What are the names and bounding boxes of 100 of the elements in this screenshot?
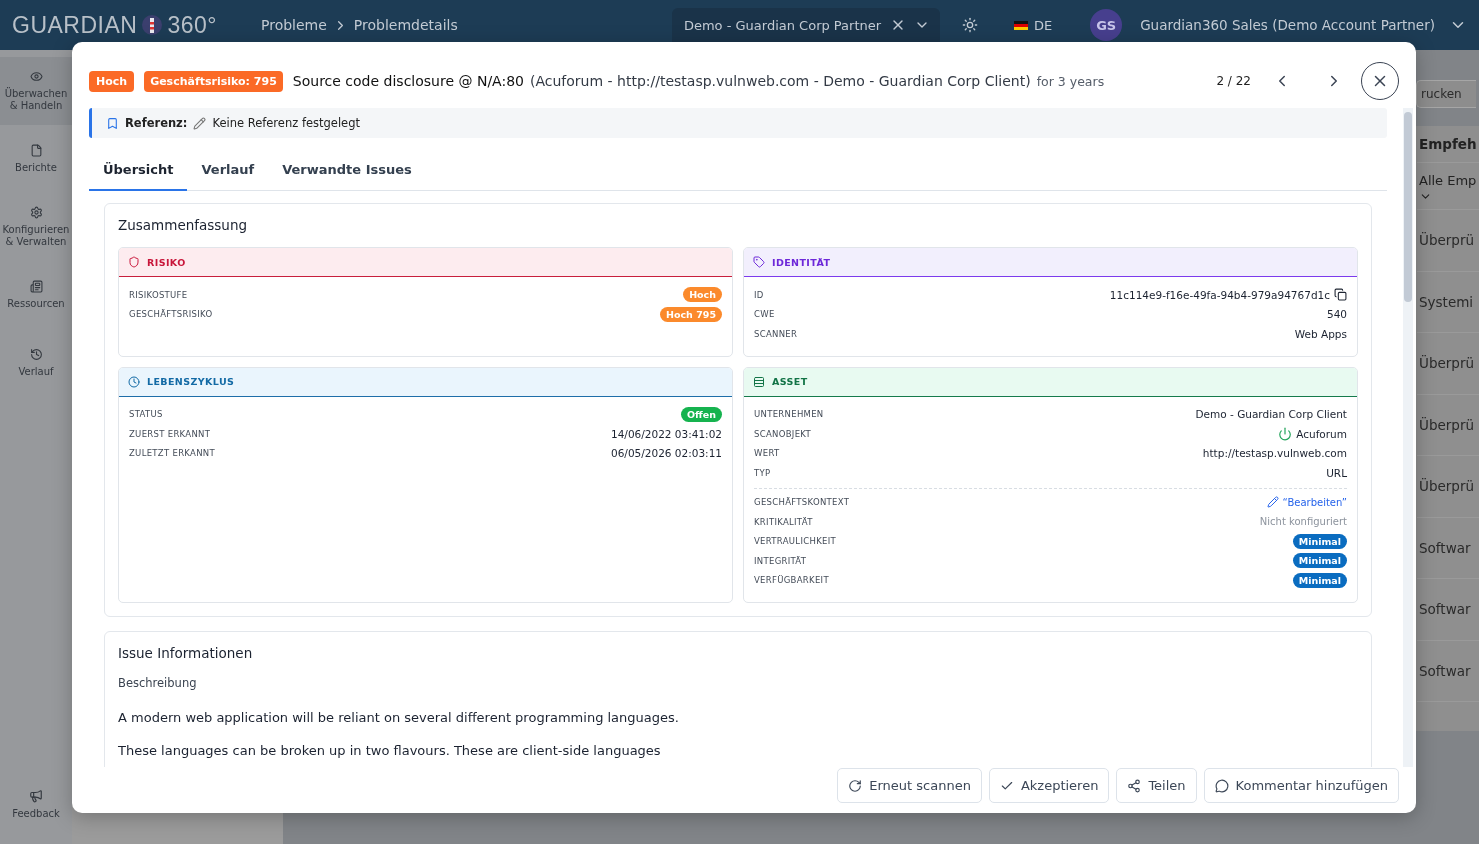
- field-label: CWE: [754, 309, 775, 320]
- field-label: GESCHÄFTSKONTEXT: [754, 497, 850, 508]
- edit-link[interactable]: “Bearbeiten”: [1266, 496, 1347, 509]
- organization-select[interactable]: Demo - Guardian Corp Partner: [671, 8, 940, 42]
- panel-title: IDENTITÄT: [772, 256, 831, 268]
- eye-icon: [29, 70, 43, 83]
- field-label: VERTRAULICHKEIT: [754, 536, 836, 547]
- recommendation-row[interactable]: Softwar: [1417, 517, 1479, 579]
- flag-icon[interactable]: [1013, 20, 1028, 30]
- close-button[interactable]: [1361, 62, 1399, 100]
- pager-count: 2 / 22: [1216, 74, 1251, 88]
- description-text: These languages can be broken up in two flavours. These are client-side languages: [118, 743, 662, 758]
- reference-value: Keine Referenz festgelegt: [212, 116, 360, 130]
- feedback-button[interactable]: Feedback: [0, 770, 72, 838]
- recommendation-row[interactable]: Überprü: [1417, 210, 1479, 272]
- breadcrumb-link[interactable]: Probleme: [261, 17, 327, 33]
- field-label: KRITIKALITÄT: [754, 516, 813, 527]
- logo-text: 360°: [167, 11, 217, 39]
- status-badge: Hoch: [683, 287, 722, 303]
- panel-heading: Empfeh: [1417, 126, 1479, 163]
- field-value: Demo - Guardian Corp Client: [1195, 408, 1347, 421]
- tag-icon: [753, 256, 765, 268]
- status-badge: Minimal: [1292, 533, 1347, 549]
- user-avatar[interactable]: GS: [1090, 9, 1123, 41]
- field-label: INTEGRITÄT: [754, 555, 807, 566]
- action-button[interactable]: Akzeptieren: [988, 768, 1110, 803]
- sidebar-item[interactable]: Überwachen & Handeln: [0, 57, 72, 125]
- bookmark-icon: [106, 116, 119, 130]
- sidebar-item[interactable]: Konfigurieren & Verwalten: [0, 193, 72, 261]
- field-value: 14/06/2022 03:41:02: [611, 427, 722, 440]
- issue-title: Source code disclosure @ N/A:80: [292, 73, 524, 89]
- status-badge: Offen: [681, 406, 722, 422]
- logo-text: GUARDIAN: [12, 11, 138, 39]
- recommendation-row[interactable]: Softwar: [1417, 579, 1479, 641]
- recommendation-row[interactable]: Softwar: [1417, 640, 1479, 702]
- field-value: Web Apps: [1294, 327, 1347, 340]
- gear-icon: [29, 206, 43, 219]
- tab[interactable]: Verlauf: [187, 152, 269, 191]
- sidebar-item[interactable]: Berichte: [0, 125, 72, 193]
- sidebar-item[interactable]: Verlauf: [0, 329, 72, 397]
- history-icon: [29, 348, 43, 361]
- field-label: ZULETZT ERKANNT: [129, 448, 215, 459]
- field-label: GESCHÄFTSRISIKO: [129, 309, 213, 320]
- field-label: STATUS: [129, 409, 163, 420]
- breadcrumb-link[interactable]: Problemdetails: [353, 17, 458, 33]
- recommendation-row[interactable]: Überprü: [1417, 394, 1479, 456]
- business-risk-badge: Geschäftsrisiko: 795: [144, 70, 283, 92]
- field-label: UNTERNEHMEN: [754, 409, 824, 420]
- status-badge: Minimal: [1292, 553, 1347, 569]
- panel-title: ASSET: [772, 376, 808, 387]
- field-label: ID: [754, 289, 764, 300]
- action-button[interactable]: Teilen: [1116, 768, 1197, 803]
- recommendation-row[interactable]: Überprü: [1417, 456, 1479, 518]
- reference-label: Referenz:: [125, 116, 188, 130]
- user-name[interactable]: Guardian360 Sales (Demo Account Partner): [1140, 17, 1435, 33]
- tab[interactable]: Übersicht: [89, 152, 188, 191]
- document-icon: [29, 280, 43, 293]
- megaphone-icon: [29, 788, 43, 803]
- panel-title: LEBENSZYKLUS: [147, 376, 235, 387]
- issue-age: for 3 years: [1036, 73, 1105, 89]
- language-menu[interactable]: DE: [1033, 17, 1053, 33]
- field-label: WERT: [754, 448, 780, 459]
- print-button[interactable]: rucken: [1416, 80, 1476, 108]
- field-label: ZUERST ERKANNT: [129, 428, 211, 439]
- clock-icon: [128, 375, 140, 388]
- section-label: Beschreibung: [118, 676, 198, 690]
- copy-icon[interactable]: [1334, 288, 1347, 302]
- card-title: Zusammenfassung: [118, 217, 249, 233]
- scrollbar[interactable]: [1403, 108, 1413, 767]
- sidebar-item[interactable]: Ressourcen: [0, 261, 72, 329]
- field-value: URL: [1326, 466, 1347, 479]
- pencil-icon[interactable]: [193, 116, 207, 130]
- field-label: SCANOBJEKT: [754, 428, 811, 439]
- action-button[interactable]: Kommentar hinzufügen: [1203, 768, 1399, 803]
- share-icon: [1127, 778, 1142, 793]
- pencil-icon: [1266, 496, 1279, 509]
- field-value: http://testasp.vulnweb.com: [1202, 447, 1347, 460]
- tab[interactable]: Verwandte Issues: [268, 152, 426, 191]
- field-value: 11c114e9-f16e-49fa-94b4-979a94767d1c: [1109, 288, 1330, 301]
- filter-select[interactable]: Alle Emp: [1417, 163, 1479, 210]
- file-icon: [29, 144, 43, 157]
- recommendation-row[interactable]: Systemi: [1417, 271, 1479, 333]
- field-label: VERFÜGBARKEIT: [754, 575, 829, 586]
- recommendation-row[interactable]: Überprü: [1417, 333, 1479, 395]
- list-icon: [753, 375, 765, 388]
- field-label: SCANNER: [754, 328, 798, 339]
- severity-badge: Hoch: [89, 70, 135, 92]
- field-label: TYP: [754, 467, 771, 478]
- comment-icon: [1214, 778, 1229, 793]
- action-button[interactable]: Erneut scannen: [837, 768, 982, 803]
- sun-icon[interactable]: [961, 17, 978, 33]
- panel-title: RISIKO: [147, 256, 186, 268]
- status-badge: Hoch 795: [660, 306, 722, 322]
- shield-icon: [128, 256, 140, 268]
- power-icon: [1278, 426, 1293, 441]
- field-value: Acuforum: [1296, 427, 1347, 440]
- card-title: Issue Informationen: [118, 645, 254, 661]
- lighthouse-logo-icon: [141, 14, 164, 36]
- refresh-icon: [848, 778, 863, 793]
- field-value: 540: [1326, 308, 1347, 321]
